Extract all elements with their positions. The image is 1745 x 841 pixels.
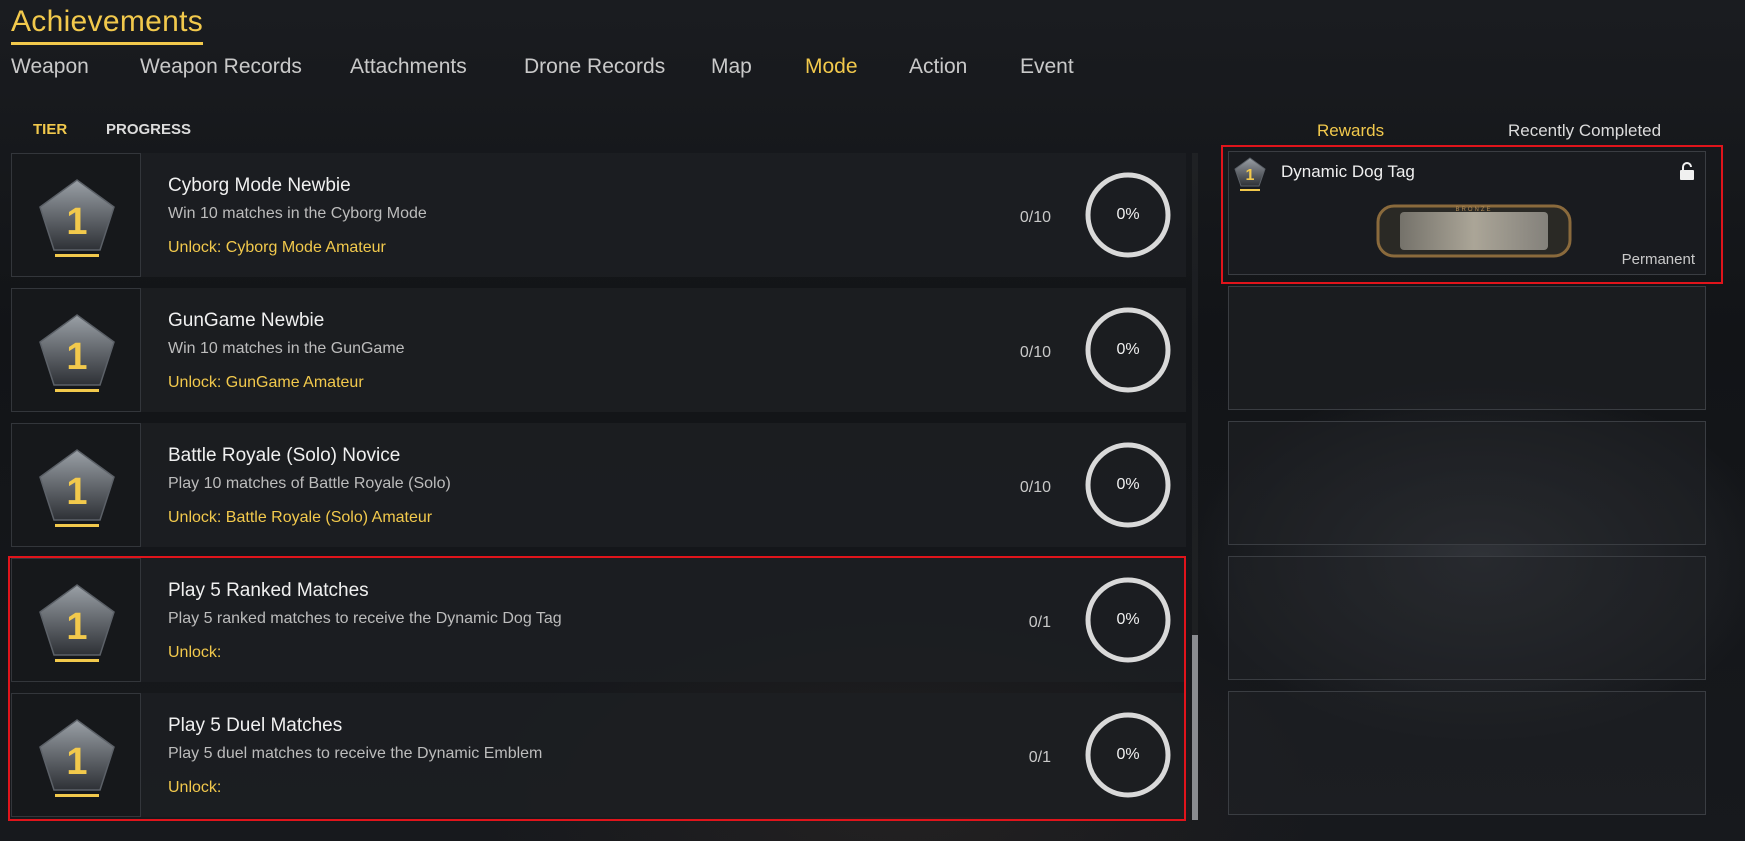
tab-action[interactable]: Action: [909, 55, 967, 79]
tier-badge-icon: 1: [39, 314, 115, 392]
achievement-row[interactable]: 1 Battle Royale (Solo) Novice Play 10 ma…: [11, 423, 1186, 547]
achievement-count: 0/10: [1019, 209, 1051, 226]
achievement-row[interactable]: 1 Cyborg Mode Newbie Win 10 matches in t…: [11, 153, 1186, 277]
reward-slot-empty: [1228, 286, 1706, 410]
tier-badge-icon: 1: [39, 179, 115, 257]
subtab-progress[interactable]: PROGRESS: [106, 121, 191, 138]
tier-badge: 1: [11, 288, 141, 412]
highlight-box-achievements: [8, 556, 1186, 821]
reward-slot-empty: [1228, 691, 1706, 815]
achievement-description: Win 10 matches in the GunGame: [168, 340, 405, 357]
tab-weapon-records[interactable]: Weapon Records: [140, 55, 302, 79]
achievement-percent: 0%: [1116, 476, 1140, 493]
tab-drone-records[interactable]: Drone Records: [524, 55, 665, 79]
achievement-count: 0/10: [1019, 479, 1051, 496]
tab-weapon[interactable]: Weapon: [11, 55, 89, 79]
page-title: Achievements: [11, 4, 204, 45]
reward-slot-empty: [1228, 556, 1706, 680]
tab-recently-completed[interactable]: Recently Completed: [1508, 121, 1661, 141]
list-scrollbar-thumb[interactable]: [1192, 635, 1198, 820]
achievement-title: Cyborg Mode Newbie: [168, 175, 351, 196]
reward-slot-empty: [1228, 421, 1706, 545]
highlight-box-reward: [1221, 145, 1723, 284]
achievement-title: Battle Royale (Solo) Novice: [168, 445, 401, 466]
tier-badge-icon: 1: [39, 449, 115, 527]
achievement-description: Play 10 matches of Battle Royale (Solo): [168, 475, 451, 492]
tier-badge: 1: [11, 423, 141, 547]
tab-attachments[interactable]: Attachments: [350, 55, 467, 79]
achievement-unlock: Unlock: Battle Royale (Solo) Amateur: [168, 509, 433, 526]
svg-text:1: 1: [66, 336, 87, 378]
tab-mode[interactable]: Mode: [805, 55, 858, 79]
achievement-count: 0/10: [1019, 344, 1051, 361]
achievement-percent: 0%: [1116, 341, 1140, 358]
achievement-unlock: Unlock: GunGame Amateur: [168, 374, 364, 391]
achievement-description: Win 10 matches in the Cyborg Mode: [168, 205, 427, 222]
tier-badge: 1: [11, 153, 141, 277]
achievement-row[interactable]: 1 GunGame Newbie Win 10 matches in the G…: [11, 288, 1186, 412]
subtab-tier[interactable]: TIER: [33, 121, 67, 138]
svg-text:1: 1: [66, 201, 87, 243]
tab-event[interactable]: Event: [1020, 55, 1074, 79]
tab-map[interactable]: Map: [711, 55, 752, 79]
achievement-unlock: Unlock: Cyborg Mode Amateur: [168, 239, 386, 256]
svg-text:1: 1: [66, 471, 87, 513]
tab-rewards[interactable]: Rewards: [1317, 121, 1384, 141]
achievement-title: GunGame Newbie: [168, 310, 325, 331]
achievement-percent: 0%: [1116, 206, 1140, 223]
